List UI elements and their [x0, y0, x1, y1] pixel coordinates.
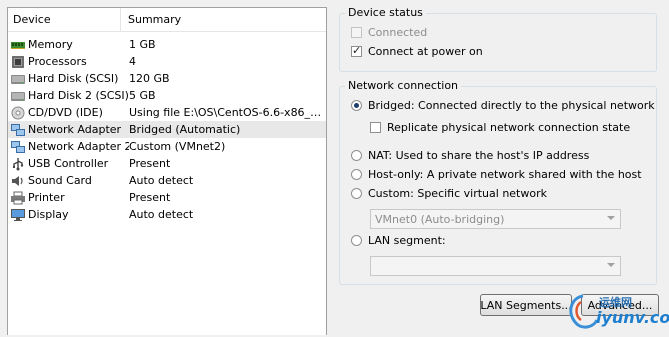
device-name: CD/DVD (IDE): [28, 106, 103, 119]
lan-segment-label: LAN segment:: [368, 234, 446, 247]
device-list: Device Summary Memory 1 GB Processors 4: [7, 7, 327, 335]
device-row-sound-card[interactable]: Sound Card Auto detect: [8, 172, 326, 189]
device-summary: Auto detect: [129, 208, 194, 221]
nat-option[interactable]: NAT: Used to share the host's IP address: [351, 149, 589, 162]
network-adapter-icon: [10, 140, 26, 154]
custom-network-select[interactable]: VMnet0 (Auto-bridging): [370, 209, 621, 229]
device-summary: 5 GB: [129, 89, 156, 102]
column-header-summary[interactable]: Summary: [121, 8, 181, 31]
device-name: Processors: [28, 55, 87, 68]
device-status-title: Device status: [345, 6, 426, 19]
device-row-hard-disk[interactable]: Hard Disk (SCSI) 120 GB: [8, 70, 326, 87]
usb-icon: [10, 157, 26, 171]
lan-segment-option[interactable]: LAN segment:: [351, 234, 446, 247]
device-summary: Auto detect: [129, 174, 194, 187]
device-summary: 1 GB: [129, 38, 156, 51]
bridged-label: Bridged: Connected directly to the physi…: [368, 99, 655, 112]
cd-dvd-icon: [10, 106, 26, 120]
bridged-option[interactable]: Bridged: Connected directly to the physi…: [351, 99, 655, 112]
connect-at-power-on-row[interactable]: ✓ Connect at power on: [351, 45, 483, 58]
device-row-network-adapter[interactable]: Network Adapter Bridged (Automatic): [8, 121, 326, 138]
device-summary: Custom (VMnet2): [129, 140, 226, 153]
custom-option[interactable]: Custom: Specific virtual network: [351, 187, 547, 200]
hard-disk-icon: [10, 72, 26, 86]
device-name: Display: [28, 208, 69, 221]
host-only-radio[interactable]: [351, 169, 362, 180]
sound-card-icon: [10, 174, 26, 188]
device-summary: Present: [129, 157, 171, 170]
chevron-down-icon: [607, 263, 615, 267]
custom-label: Custom: Specific virtual network: [368, 187, 547, 200]
device-name: USB Controller: [28, 157, 109, 170]
chevron-down-icon: [607, 216, 615, 220]
bridged-radio[interactable]: [351, 100, 362, 111]
host-only-option[interactable]: Host-only: A private network shared with…: [351, 168, 642, 181]
device-row-display[interactable]: Display Auto detect: [8, 206, 326, 223]
hard-disk-icon: [10, 89, 26, 103]
device-name: Network Adapter 2: [28, 140, 129, 153]
lan-segment-radio[interactable]: [351, 235, 362, 246]
custom-network-value: VMnet0 (Auto-bridging): [375, 212, 505, 226]
connect-at-power-on-label: Connect at power on: [368, 45, 483, 58]
checkmark-icon: ✓: [352, 44, 362, 57]
nat-radio[interactable]: [351, 150, 362, 161]
replicate-state-checkbox[interactable]: [370, 122, 381, 133]
network-connection-title: Network connection: [345, 79, 462, 92]
device-status-group: Device status: [339, 6, 657, 72]
lan-segment-select[interactable]: [370, 256, 621, 276]
device-name: Network Adapter: [28, 123, 122, 136]
replicate-state-label: Replicate physical network connection st…: [387, 121, 631, 134]
device-row-processors[interactable]: Processors 4: [8, 53, 326, 70]
device-summary: Bridged (Automatic): [129, 123, 241, 136]
device-summary: 120 GB: [129, 72, 170, 85]
host-only-label: Host-only: A private network shared with…: [368, 168, 642, 181]
device-summary: Present: [129, 191, 171, 204]
device-name: Printer: [28, 191, 65, 204]
device-name: Memory: [28, 38, 73, 51]
device-rows: Memory 1 GB Processors 4 Hard Disk (SCSI…: [8, 32, 326, 223]
device-list-header: Device Summary: [8, 8, 326, 32]
watermark-logo: 运维网 iyunv.com: [563, 292, 669, 334]
watermark-url-text: iyunv.com: [596, 308, 669, 327]
replicate-state-row[interactable]: Replicate physical network connection st…: [370, 121, 630, 134]
processor-icon: [10, 55, 26, 69]
device-row-memory[interactable]: Memory 1 GB: [8, 36, 326, 53]
printer-icon: [10, 191, 26, 205]
device-row-hard-disk-2[interactable]: Hard Disk 2 (SCSI) 5 GB: [8, 87, 326, 104]
device-summary: Using file E:\OS\CentOS-6.6-x86_64...: [129, 106, 326, 119]
nat-label: NAT: Used to share the host's IP address: [368, 149, 590, 162]
device-row-printer[interactable]: Printer Present: [8, 189, 326, 206]
lan-segments-button[interactable]: LAN Segments...: [480, 294, 572, 316]
device-row-cd-dvd[interactable]: CD/DVD (IDE) Using file E:\OS\CentOS-6.6…: [8, 104, 326, 121]
connected-checkbox-row[interactable]: Connected: [351, 26, 427, 39]
device-summary: 4: [129, 55, 136, 68]
column-header-device[interactable]: Device: [8, 8, 121, 31]
memory-icon: [10, 38, 26, 52]
display-icon: [10, 208, 26, 222]
connected-checkbox[interactable]: [351, 27, 362, 38]
custom-radio[interactable]: [351, 188, 362, 199]
device-row-network-adapter-2[interactable]: Network Adapter 2 Custom (VMnet2): [8, 138, 326, 155]
connect-at-power-on-checkbox[interactable]: ✓: [351, 44, 362, 57]
device-name: Hard Disk 2 (SCSI): [28, 89, 129, 102]
device-row-usb-controller[interactable]: USB Controller Present: [8, 155, 326, 172]
connected-label: Connected: [368, 26, 428, 39]
device-name: Hard Disk (SCSI): [28, 72, 119, 85]
network-adapter-icon: [10, 123, 26, 137]
device-name: Sound Card: [28, 174, 92, 187]
